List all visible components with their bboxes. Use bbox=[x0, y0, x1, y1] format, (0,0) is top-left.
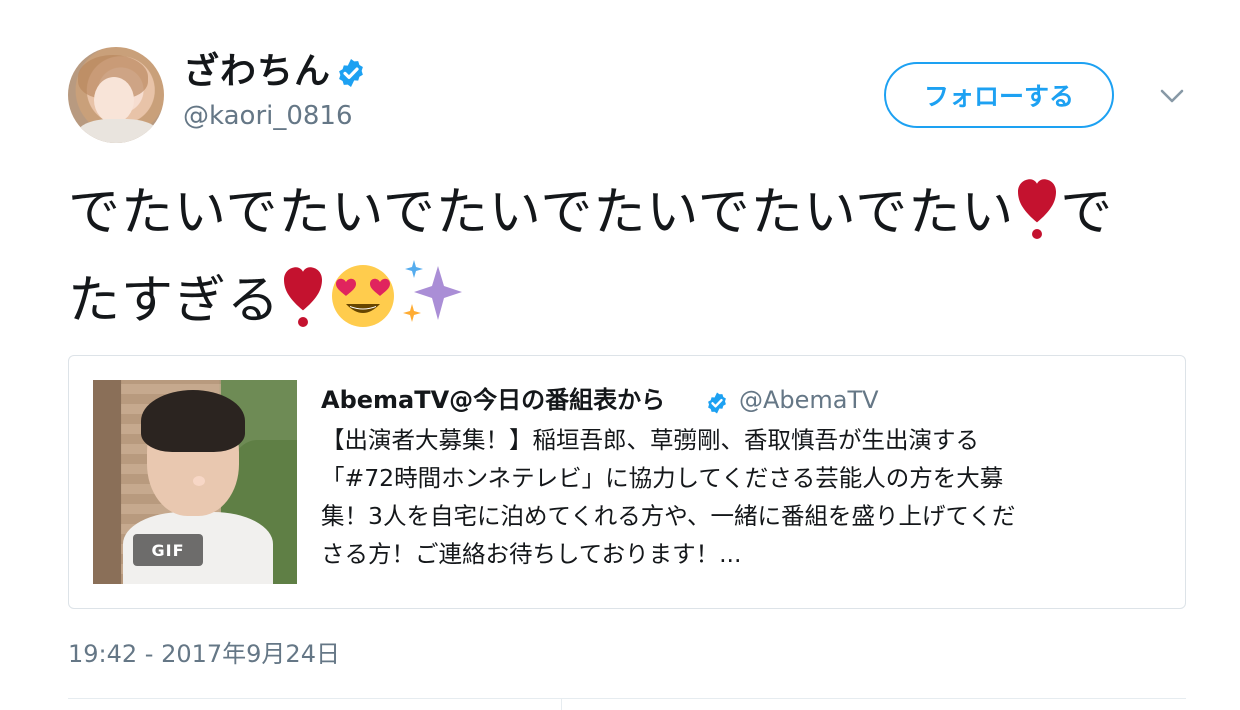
quoted-author-name[interactable]: AbemaTV@今日の番組表から bbox=[321, 384, 665, 416]
quoted-text-line: 【出演者大募集！】稲垣吾郎、草彅剛、香取慎吾が生出演する bbox=[321, 426, 979, 454]
author-display-name[interactable]: ざわちん bbox=[183, 50, 331, 94]
tweet-timestamp[interactable]: 19:42 - 2017年9月24日 bbox=[68, 638, 340, 670]
quoted-tweet-thumbnail[interactable]: GIF bbox=[93, 380, 297, 584]
quoted-text-line: 集！3人を自宅に泊めてくれる方や、一緒に番組を盛り上げてくだ bbox=[321, 502, 1016, 530]
follow-button[interactable]: フォローする bbox=[884, 62, 1114, 128]
avatar-shirt bbox=[76, 119, 160, 143]
quoted-author-handle[interactable]: @AbemaTV bbox=[739, 384, 879, 416]
quoted-tweet-card[interactable]: GIF AbemaTV@今日の番組表から @AbemaTV 【出演者大募集！】稲… bbox=[68, 355, 1186, 609]
quoted-text-line: さる方！ご連絡お待ちしております！... bbox=[321, 540, 742, 568]
author-avatar[interactable] bbox=[68, 47, 164, 143]
sparkles-icon bbox=[400, 258, 466, 346]
thumbnail-nose bbox=[193, 476, 205, 486]
tweet-text-line2: たすぎる bbox=[68, 271, 281, 331]
heavy-exclamation-icon bbox=[1014, 176, 1060, 258]
quoted-text-line: 「#72時間ホンネテレビ」に協力してくださる芸能人の方を大募 bbox=[321, 464, 1004, 492]
tweet-text-line1: でたいでたいでたいでたいでたいでたい bbox=[68, 183, 1015, 243]
gif-badge: GIF bbox=[133, 534, 203, 566]
tweet-text-line1-end: で bbox=[1060, 183, 1114, 243]
divider bbox=[68, 698, 1186, 699]
chevron-down-icon[interactable] bbox=[1158, 84, 1186, 108]
heavy-exclamation-icon bbox=[280, 264, 326, 346]
divider-tick bbox=[561, 698, 562, 710]
quoted-tweet-text: 【出演者大募集！】稲垣吾郎、草彅剛、香取慎吾が生出演する 「#72時間ホンネテレ… bbox=[321, 421, 1151, 573]
avatar-face bbox=[94, 77, 134, 123]
tweet-text: でたいでたいでたいでたいでたいでたい で たすぎる bbox=[68, 176, 1198, 346]
verified-badge-icon bbox=[339, 59, 363, 87]
author-handle[interactable]: @kaori_0816 bbox=[183, 100, 353, 132]
heart-eyes-icon bbox=[326, 260, 400, 346]
verified-badge-icon bbox=[708, 392, 726, 414]
thumbnail-hair bbox=[141, 390, 245, 452]
